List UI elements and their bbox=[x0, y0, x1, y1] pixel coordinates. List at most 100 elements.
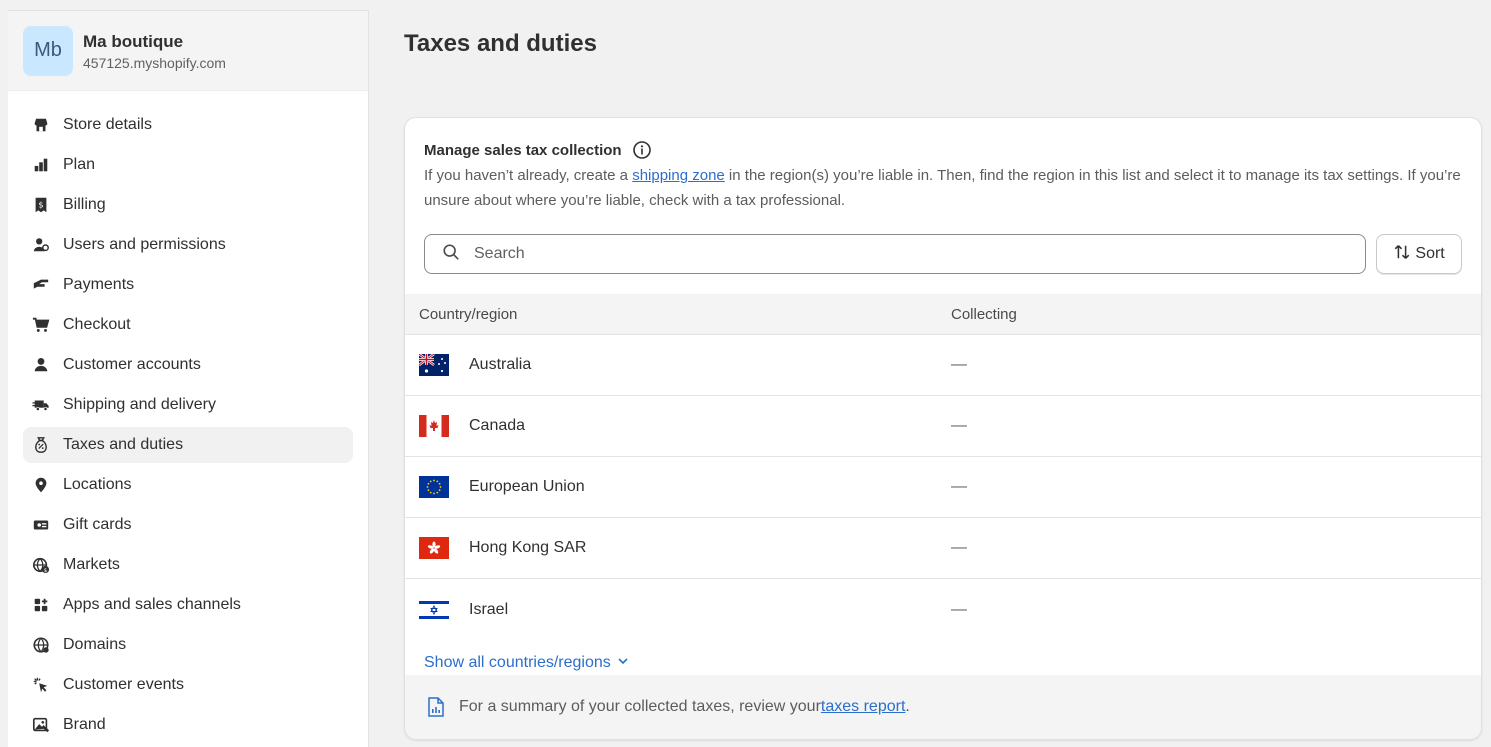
sidebar-item-label: Billing bbox=[63, 196, 106, 213]
payments-icon bbox=[31, 275, 51, 295]
gift-card-icon bbox=[31, 515, 51, 535]
apps-icon bbox=[31, 595, 51, 615]
country-cell: European Union bbox=[405, 476, 937, 498]
footer-text-after: . bbox=[905, 698, 910, 715]
report-icon bbox=[427, 697, 445, 717]
svg-text:$: $ bbox=[38, 200, 43, 210]
hong-kong-flag-icon bbox=[419, 537, 449, 559]
store-name: Ma boutique bbox=[83, 31, 184, 51]
countries-table: Country/region Collecting Australia — Ca… bbox=[405, 294, 1481, 640]
country-cell: Australia bbox=[405, 354, 937, 376]
cursor-icon bbox=[31, 675, 51, 695]
table-row[interactable]: Canada — bbox=[405, 396, 1481, 457]
person-icon bbox=[31, 355, 51, 375]
canada-flag-icon bbox=[419, 415, 449, 437]
collecting-status: — bbox=[951, 417, 967, 434]
country-name: Canada bbox=[469, 417, 526, 434]
sidebar-item-shipping[interactable]: Shipping and delivery bbox=[23, 387, 353, 423]
sort-button[interactable]: Sort bbox=[1376, 234, 1462, 274]
desc-text-before: If you haven’t already, create a bbox=[424, 167, 633, 184]
sidebar-item-markets[interactable]: $ Markets bbox=[23, 547, 353, 583]
sidebar-item-locations[interactable]: Locations bbox=[23, 467, 353, 503]
search-input[interactable] bbox=[474, 245, 1354, 263]
table-row[interactable]: Israel — bbox=[405, 579, 1481, 640]
sidebar-item-label: Domains bbox=[63, 636, 127, 653]
table-row[interactable]: European Union — bbox=[405, 457, 1481, 518]
sidebar-item-gift-cards[interactable]: Gift cards bbox=[23, 507, 353, 543]
sidebar-item-plan[interactable]: Plan bbox=[23, 147, 353, 183]
settings-nav: Store details Plan $ Billing Users and p… bbox=[8, 91, 368, 743]
taxes-report-footer: For a summary of your collected taxes, r… bbox=[405, 675, 1481, 739]
sidebar-item-label: Markets bbox=[63, 556, 120, 573]
sidebar-item-label: Shipping and delivery bbox=[63, 396, 216, 413]
sort-icon bbox=[1393, 243, 1411, 266]
card-header: Manage sales tax collection If you haven… bbox=[405, 118, 1481, 274]
sidebar-item-label: Checkout bbox=[63, 316, 131, 333]
footer-text-before: For a summary of your collected taxes, r… bbox=[459, 698, 821, 715]
collecting-status: — bbox=[951, 600, 967, 618]
taxes-report-link[interactable]: taxes report bbox=[821, 698, 905, 716]
search-field[interactable] bbox=[424, 234, 1367, 274]
column-header-country[interactable]: Country/region bbox=[405, 306, 937, 323]
search-icon bbox=[442, 243, 460, 266]
sidebar-item-brand[interactable]: Brand bbox=[23, 707, 353, 743]
sidebar-item-billing[interactable]: $ Billing bbox=[23, 187, 353, 223]
settings-sidebar: Mb Ma boutique 457125.myshopify.com Stor… bbox=[8, 10, 369, 747]
sidebar-item-label: Payments bbox=[63, 276, 135, 293]
sidebar-item-label: Gift cards bbox=[63, 516, 132, 533]
table-header: Country/region Collecting bbox=[405, 294, 1481, 335]
european-union-flag-icon bbox=[419, 476, 449, 498]
collecting-status: — bbox=[951, 539, 967, 556]
truck-icon bbox=[31, 395, 51, 415]
column-header-collecting[interactable]: Collecting bbox=[937, 306, 1017, 323]
sidebar-item-label: Store details bbox=[63, 116, 152, 133]
location-icon bbox=[31, 475, 51, 495]
country-name: Hong Kong SAR bbox=[469, 539, 587, 556]
collecting-status: — bbox=[951, 478, 967, 495]
brand-icon bbox=[31, 715, 51, 735]
globe-icon bbox=[31, 635, 51, 655]
australia-flag-icon bbox=[419, 354, 449, 376]
sidebar-item-label: Plan bbox=[63, 156, 96, 173]
chevron-down-icon bbox=[611, 654, 629, 672]
sidebar-item-label: Locations bbox=[63, 476, 132, 493]
store-icon bbox=[31, 115, 51, 135]
sidebar-item-payments[interactable]: Payments bbox=[23, 267, 353, 303]
sidebar-item-label: Customer events bbox=[63, 676, 184, 693]
sidebar-item-label: Users and permissions bbox=[63, 236, 226, 253]
table-row[interactable]: Hong Kong SAR — bbox=[405, 518, 1481, 579]
sidebar-item-domains[interactable]: Domains bbox=[23, 627, 353, 663]
sidebar-item-users[interactable]: Users and permissions bbox=[23, 227, 353, 263]
table-row[interactable]: Australia — bbox=[405, 335, 1481, 396]
info-icon[interactable] bbox=[632, 140, 652, 160]
globe-dollar-icon: $ bbox=[31, 555, 51, 575]
tax-collection-card: Manage sales tax collection If you haven… bbox=[404, 117, 1482, 740]
sidebar-item-label: Taxes and duties bbox=[63, 436, 184, 453]
card-description: If you haven’t already, create a shippin… bbox=[424, 163, 1464, 213]
page-title: Taxes and duties bbox=[404, 30, 597, 57]
sidebar-item-checkout[interactable]: Checkout bbox=[23, 307, 353, 343]
users-icon bbox=[31, 235, 51, 255]
israel-flag-icon bbox=[419, 598, 449, 621]
sidebar-item-label: Brand bbox=[63, 716, 106, 733]
country-name: Australia bbox=[469, 356, 532, 373]
collecting-status: — bbox=[951, 356, 967, 373]
sidebar-item-label: Customer accounts bbox=[63, 356, 201, 373]
search-row: Sort bbox=[424, 234, 1462, 274]
country-cell: Hong Kong SAR bbox=[405, 537, 937, 559]
country-cell: Israel bbox=[405, 598, 937, 621]
sidebar-item-taxes[interactable]: Taxes and duties bbox=[23, 427, 353, 463]
sort-label: Sort bbox=[1415, 245, 1445, 262]
sidebar-item-store-details[interactable]: Store details bbox=[23, 107, 353, 143]
store-info: Ma boutique 457125.myshopify.com bbox=[83, 31, 226, 71]
shipping-zone-link[interactable]: shipping zone bbox=[632, 167, 725, 184]
show-all-label: Show all countries/regions bbox=[424, 653, 611, 671]
tax-icon bbox=[31, 435, 51, 455]
sidebar-item-apps[interactable]: Apps and sales channels bbox=[23, 587, 353, 623]
svg-text:$: $ bbox=[44, 568, 47, 574]
store-header[interactable]: Mb Ma boutique 457125.myshopify.com bbox=[8, 11, 368, 91]
sidebar-item-customer-events[interactable]: Customer events bbox=[23, 667, 353, 703]
sidebar-item-customer-accounts[interactable]: Customer accounts bbox=[23, 347, 353, 383]
card-title-row: Manage sales tax collection bbox=[424, 140, 1462, 160]
billing-icon: $ bbox=[31, 195, 51, 215]
